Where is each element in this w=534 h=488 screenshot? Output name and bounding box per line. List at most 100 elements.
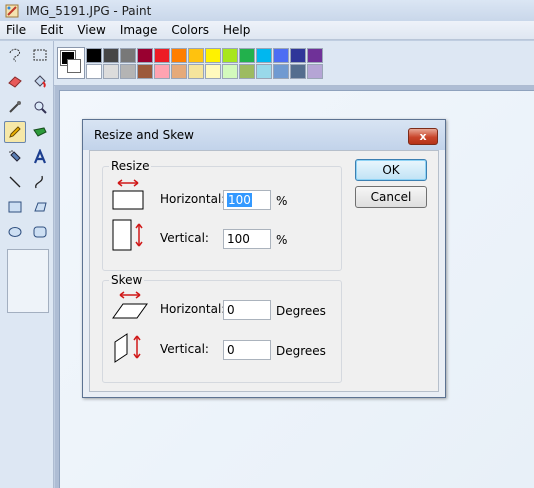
skew-group: Skew Horizontal: 0 Degrees Vertical: 0 D… xyxy=(102,273,342,383)
toolbox xyxy=(0,41,54,488)
resize-skew-dialog: Resize and Skew x Resize Horizontal: 100… xyxy=(82,119,446,398)
menu-help[interactable]: Help xyxy=(216,23,257,37)
skew-horizontal-label: Horizontal: xyxy=(160,302,226,316)
eraser-icon xyxy=(8,76,22,88)
tool-options-panel[interactable] xyxy=(7,249,49,313)
menu-edit[interactable]: Edit xyxy=(33,23,70,37)
color-swatch[interactable] xyxy=(171,64,187,79)
cancel-button-label: Cancel xyxy=(370,190,412,204)
line-icon xyxy=(9,176,21,188)
color-swatch[interactable] xyxy=(86,64,102,79)
menu-file[interactable]: File xyxy=(0,23,33,37)
text-tool[interactable] xyxy=(29,146,51,168)
color-picker-icon xyxy=(9,101,21,113)
color-swatch[interactable] xyxy=(205,64,221,79)
magnifier-tool[interactable] xyxy=(29,96,51,118)
airbrush-icon xyxy=(9,150,21,162)
select-tool[interactable] xyxy=(29,44,51,66)
fill-bucket-icon xyxy=(34,75,46,88)
text-icon xyxy=(33,149,47,164)
skew-vertical-unit: Degrees xyxy=(276,344,326,358)
curve-icon xyxy=(35,175,43,189)
color-swatch[interactable] xyxy=(290,64,306,79)
color-swatch[interactable] xyxy=(273,64,289,79)
color-swatch[interactable] xyxy=(137,64,153,79)
airbrush-tool[interactable] xyxy=(4,146,26,168)
ok-button-label: OK xyxy=(382,163,400,177)
close-icon: x xyxy=(419,130,427,143)
resize-horizontal-label: Horizontal: xyxy=(160,192,226,206)
resize-horizontal-input[interactable]: 100 xyxy=(223,190,271,210)
cancel-button[interactable]: Cancel xyxy=(355,186,427,208)
select-icon xyxy=(33,49,47,61)
skew-vertical-value: 0 xyxy=(227,343,235,357)
color-picker-tool[interactable] xyxy=(4,96,26,118)
current-colors[interactable] xyxy=(57,47,85,79)
color-swatch[interactable] xyxy=(239,48,255,63)
brush-icon xyxy=(33,127,47,137)
menu-colors[interactable]: Colors xyxy=(164,23,216,37)
color-swatch[interactable] xyxy=(256,64,272,79)
resize-vertical-value: 100 xyxy=(227,232,250,246)
pencil-tool[interactable] xyxy=(4,121,26,143)
rectangle-tool[interactable] xyxy=(4,196,26,218)
resize-horizontal-unit: % xyxy=(276,194,288,208)
resize-group: Resize Horizontal: 100 % Vertical: 100 % xyxy=(102,159,342,271)
pencil-icon xyxy=(9,126,21,138)
color-swatch[interactable] xyxy=(171,48,187,63)
color-swatch[interactable] xyxy=(222,48,238,63)
polygon-tool[interactable] xyxy=(29,196,51,218)
color-swatch[interactable] xyxy=(137,48,153,63)
rounded-rectangle-icon xyxy=(33,226,47,238)
color-swatch[interactable] xyxy=(205,48,221,63)
color-swatch[interactable] xyxy=(188,48,204,63)
color-swatch[interactable] xyxy=(120,48,136,63)
menu-image[interactable]: Image xyxy=(113,23,165,37)
skew-vertical-label: Vertical: xyxy=(160,342,209,356)
color-swatch[interactable] xyxy=(273,48,289,63)
color-swatch[interactable] xyxy=(256,48,272,63)
free-form-select-tool[interactable] xyxy=(4,44,26,66)
color-swatch[interactable] xyxy=(154,64,170,79)
skew-horizontal-value: 0 xyxy=(227,303,235,317)
color-swatch[interactable] xyxy=(86,48,102,63)
color-swatch[interactable] xyxy=(307,64,323,79)
menu-view[interactable]: View xyxy=(70,23,112,37)
polygon-icon xyxy=(34,202,47,212)
ok-button[interactable]: OK xyxy=(355,159,427,181)
window-title: IMG_5191.JPG - Paint xyxy=(26,3,152,18)
color-swatch[interactable] xyxy=(290,48,306,63)
dialog-titlebar: Resize and Skew x xyxy=(83,120,445,150)
skew-vertical-input[interactable]: 0 xyxy=(223,340,271,360)
color-swatch[interactable] xyxy=(188,64,204,79)
resize-horizontal-value: 100 xyxy=(227,193,252,207)
ellipse-tool[interactable] xyxy=(4,221,26,243)
ellipse-icon xyxy=(8,227,22,237)
menu-bar: File Edit View Image Colors Help xyxy=(0,21,534,40)
window-titlebar: IMG_5191.JPG - Paint xyxy=(0,0,534,21)
resize-vertical-label: Vertical: xyxy=(160,231,209,245)
color-swatch[interactable] xyxy=(307,48,323,63)
line-tool[interactable] xyxy=(4,171,26,193)
curve-tool[interactable] xyxy=(29,171,51,193)
free-form-select-icon xyxy=(9,48,20,62)
rounded-rectangle-tool[interactable] xyxy=(29,221,51,243)
resize-vertical-icon xyxy=(112,219,143,251)
color-swatch-grid xyxy=(86,48,323,79)
dialog-close-button[interactable]: x xyxy=(408,128,438,145)
skew-horizontal-input[interactable]: 0 xyxy=(223,300,271,320)
fill-bucket-tool[interactable] xyxy=(29,70,51,92)
color-swatch[interactable] xyxy=(103,48,119,63)
color-swatch[interactable] xyxy=(239,64,255,79)
resize-vertical-input[interactable]: 100 xyxy=(223,229,271,249)
eraser-tool[interactable] xyxy=(4,70,26,92)
rectangle-icon xyxy=(8,201,22,213)
color-swatch[interactable] xyxy=(120,64,136,79)
color-palette-bar xyxy=(54,41,534,86)
color-swatch[interactable] xyxy=(222,64,238,79)
resize-vertical-unit: % xyxy=(276,233,288,247)
color-swatch[interactable] xyxy=(154,48,170,63)
color-swatch[interactable] xyxy=(103,64,119,79)
brush-tool[interactable] xyxy=(29,121,51,143)
background-color-swatch[interactable] xyxy=(67,59,81,73)
